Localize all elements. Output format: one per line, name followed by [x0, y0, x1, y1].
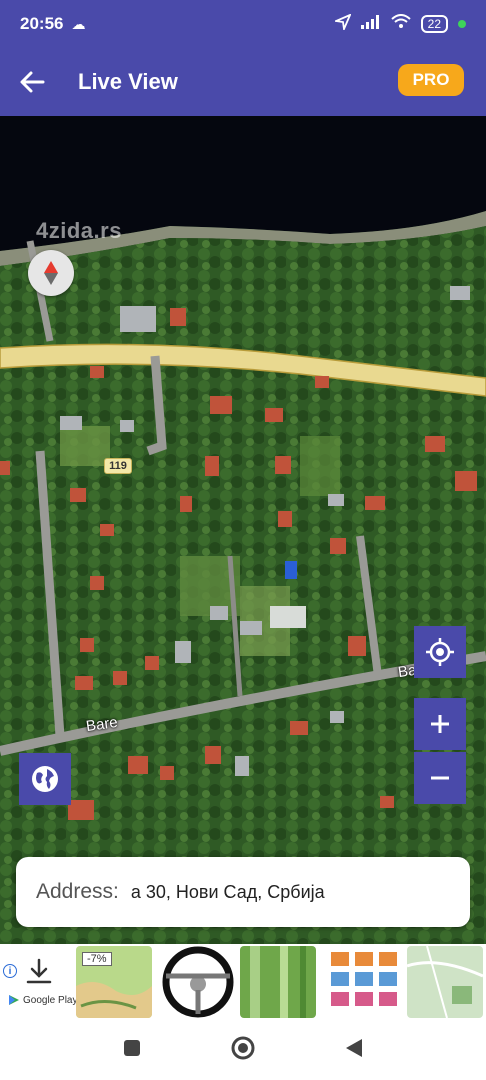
- compass-icon: [44, 261, 58, 285]
- watermark-text: 4zida.rs: [36, 218, 122, 243]
- google-play-badge[interactable]: Google Play: [8, 994, 77, 1006]
- compass-button[interactable]: [28, 250, 74, 296]
- address-label: Address:: [36, 880, 119, 903]
- status-dot: [458, 20, 466, 28]
- google-play-icon: [9, 995, 19, 1005]
- globe-icon: [32, 766, 58, 792]
- status-icons: 22: [332, 12, 466, 35]
- battery-icon: 22: [420, 15, 448, 33]
- arrow-left-icon: [20, 71, 45, 93]
- map-type-button[interactable]: [19, 753, 71, 805]
- location-arrow-icon: [332, 12, 352, 35]
- back-button[interactable]: [0, 48, 64, 116]
- back-nav-button[interactable]: [344, 1037, 364, 1064]
- minus-icon: [431, 776, 449, 780]
- satellite-map[interactable]: 4zida.rs 119 Bare Bare: [0, 116, 486, 944]
- recents-button[interactable]: [122, 1038, 142, 1063]
- crosshair-icon: [426, 638, 454, 666]
- signal-icon: [360, 14, 381, 34]
- discount-badge: -7%: [82, 952, 112, 966]
- address-card: Address: а 30, Нови Сад, Србија: [16, 857, 470, 927]
- ad-banner[interactable]: i Google Play -7%: [0, 944, 486, 1020]
- ad-thumbnail-calendar[interactable]: [325, 946, 401, 1018]
- pro-button[interactable]: PRO: [398, 64, 464, 96]
- home-button[interactable]: [230, 1035, 256, 1066]
- ad-info-icon[interactable]: i: [3, 964, 17, 978]
- status-time: 20:56: [20, 14, 64, 33]
- road-number-label: 119: [104, 458, 132, 474]
- zoom-out-button[interactable]: [414, 752, 466, 804]
- page-title: Live View: [78, 69, 178, 94]
- wifi-icon: [390, 14, 411, 34]
- app-bar: Live View PRO: [0, 48, 486, 116]
- plus-icon: [431, 715, 449, 733]
- ad-thumbnail-aerial-map[interactable]: [407, 946, 483, 1018]
- status-bar: 20:56 ☁ 22: [0, 0, 486, 48]
- ad-thumbnail-grass[interactable]: [240, 946, 316, 1018]
- zoom-in-button[interactable]: [414, 698, 466, 750]
- screen: 20:56 ☁ 22 Live View PRO 4zida.rs 119 Ba…: [0, 0, 486, 1080]
- download-icon[interactable]: [26, 958, 52, 991]
- ad-thumbnail-map[interactable]: -7%: [76, 946, 152, 1018]
- address-value: а 30, Нови Сад, Србија: [130, 881, 325, 902]
- cloud-icon: ☁: [71, 15, 86, 32]
- my-location-button[interactable]: [414, 626, 466, 678]
- google-play-label: Google Play: [23, 994, 78, 1006]
- system-nav-bar: [0, 1020, 486, 1080]
- ad-thumbnail-steering-wheel[interactable]: [160, 946, 236, 1018]
